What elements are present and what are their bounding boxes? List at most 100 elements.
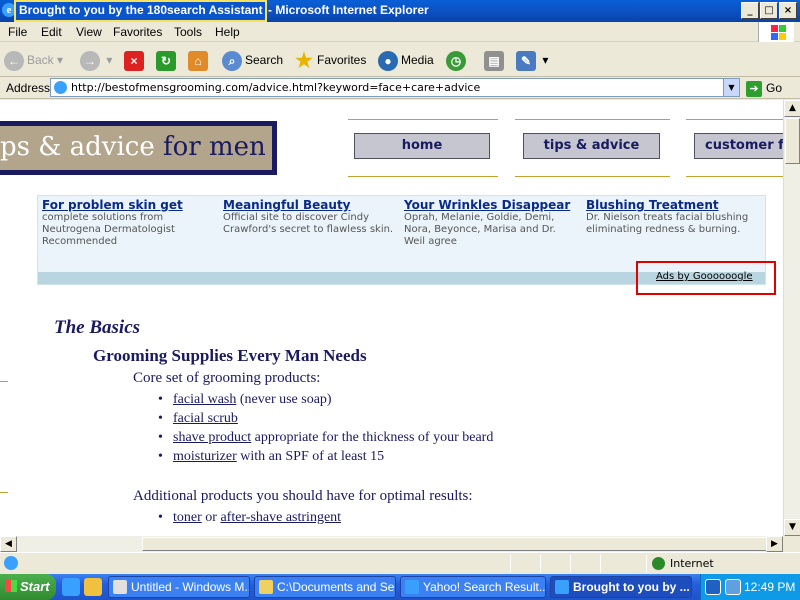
page-status-icon	[4, 556, 18, 570]
ad-title[interactable]: Blushing Treatment	[586, 198, 764, 212]
address-dropdown-icon[interactable]: ▼	[723, 79, 739, 96]
internet-zone-icon	[652, 557, 665, 570]
status-zone: Internet	[670, 557, 714, 570]
scroll-left-icon[interactable]: ◀	[0, 536, 17, 552]
facial-scrub-link[interactable]: facial scrub	[173, 411, 238, 426]
horizontal-scroll-thumb[interactable]	[142, 537, 772, 551]
ad-description: Dr. Nielson treats facial blushing elimi…	[586, 212, 749, 235]
menu-view[interactable]: View	[76, 25, 102, 39]
forward-button[interactable]: → ▾	[80, 48, 112, 72]
printer-icon: ▤	[484, 50, 504, 71]
ad-item[interactable]: For problem skin get complete solutions …	[42, 198, 217, 248]
search-icon: ⌕	[222, 50, 242, 71]
vertical-scroll-thumb[interactable]	[785, 118, 800, 164]
stop-button[interactable]: ×	[124, 48, 147, 72]
minimize-button[interactable]: _	[741, 2, 759, 19]
refresh-icon: ↻	[156, 50, 176, 71]
nav-customer-group: customer fa	[686, 119, 783, 177]
start-button[interactable]: Start	[0, 574, 56, 600]
task-brought-to-you[interactable]: Brought to you by ...	[550, 576, 692, 598]
nav-tips-advice[interactable]: tips & advice	[523, 133, 660, 159]
ad-description: Oprah, Melanie, Goldie, Demi, Nora, Beyo…	[404, 212, 556, 247]
task-windows-movie[interactable]: Untitled - Windows M...	[108, 576, 250, 598]
facial-wash-link[interactable]: facial wash	[173, 392, 236, 407]
quicklaunch-desktop-icon[interactable]	[84, 578, 102, 596]
task-documents[interactable]: C:\Documents and Se...	[254, 576, 396, 598]
menu-edit[interactable]: Edit	[41, 25, 62, 39]
scroll-up-icon[interactable]: ▲	[784, 100, 800, 117]
address-label: Address	[6, 81, 51, 95]
nav-customer[interactable]: customer fa	[694, 133, 783, 159]
window-title: Brought to you by the 180search Assistan…	[19, 3, 263, 17]
ie-icon	[555, 580, 569, 594]
media-icon: ●	[378, 50, 398, 71]
history-button[interactable]: ◷	[446, 48, 469, 72]
ad-title[interactable]: Your Wrinkles Disappear	[404, 198, 579, 212]
print-button[interactable]: ▤	[484, 48, 507, 72]
scroll-down-icon[interactable]: ▼	[784, 519, 800, 536]
chrome-icon	[113, 580, 127, 594]
menu-file[interactable]: File	[8, 25, 27, 39]
address-url: http://bestofmensgrooming.com/advice.htm…	[71, 81, 481, 94]
edit-button[interactable]: ✎ ▾	[516, 48, 548, 72]
refresh-button[interactable]: ↻	[156, 48, 179, 72]
list-item: shave product appropriate for the thickn…	[158, 430, 493, 446]
search-button[interactable]: ⌕ Search	[222, 48, 283, 72]
nav-home[interactable]: home	[354, 133, 490, 159]
menu-help[interactable]: Help	[215, 25, 240, 39]
favorites-button[interactable]: ★ Favorites	[294, 48, 366, 72]
task-yahoo-search[interactable]: Yahoo! Search Result...	[400, 576, 546, 598]
windows-logo-icon	[758, 22, 794, 42]
ie-icon	[405, 580, 419, 594]
title-bar: e Brought to you by the 180search Assist…	[0, 0, 800, 22]
tray-network-icon[interactable]	[705, 579, 721, 595]
site-banner: ps & advice for men	[0, 121, 277, 175]
horizontal-scrollbar[interactable]: ◀ ▶	[0, 536, 783, 552]
ad-title[interactable]: Meaningful Beauty	[223, 198, 398, 212]
home-button[interactable]: ⌂	[188, 48, 211, 72]
list-item: toner or after-shave astringent	[158, 510, 341, 526]
stop-icon: ×	[124, 50, 144, 71]
go-arrow-icon: ➔	[746, 80, 762, 97]
toner-link[interactable]: toner	[173, 510, 202, 525]
back-button[interactable]: ← Back ▾	[4, 48, 63, 72]
basics-heading: The Basics	[54, 317, 141, 338]
back-arrow-icon: ←	[4, 50, 24, 71]
banner-text-part1: ps & advice	[0, 132, 155, 162]
window-title-suffix: - Microsoft Internet Explorer	[268, 3, 429, 17]
moisturizer-link[interactable]: moisturizer	[173, 449, 237, 464]
forward-arrow-icon: →	[80, 50, 100, 71]
address-bar: Address http://bestofmensgrooming.com/ad…	[0, 77, 800, 99]
close-button[interactable]: ×	[779, 2, 797, 19]
media-button[interactable]: ● Media	[378, 48, 434, 72]
ad-title[interactable]: For problem skin get	[42, 198, 217, 212]
menu-favorites[interactable]: Favorites	[113, 25, 162, 39]
scroll-right-icon[interactable]: ▶	[766, 536, 783, 552]
ad-item[interactable]: Meaningful Beauty Official site to disco…	[223, 198, 398, 236]
margin-tick	[0, 381, 8, 382]
history-icon: ◷	[446, 50, 466, 71]
home-icon: ⌂	[188, 50, 208, 71]
grooming-heading: Grooming Supplies Every Man Needs	[93, 346, 367, 365]
shave-product-link[interactable]: shave product	[173, 430, 251, 445]
list-item: facial wash (never use soap)	[158, 392, 332, 408]
ad-item[interactable]: Blushing Treatment Dr. Nielson treats fa…	[586, 198, 764, 236]
star-icon: ★	[295, 49, 313, 72]
margin-tick	[0, 492, 8, 493]
go-button[interactable]: ➔ Go	[746, 79, 782, 97]
after-shave-link[interactable]: after-shave astringent	[220, 510, 341, 525]
list-item: facial scrub	[158, 411, 238, 427]
windows-flag-icon	[5, 580, 17, 592]
ad-description: complete solutions from Neutrogena Derma…	[42, 212, 175, 247]
additional-heading: Additional products you should have for …	[133, 488, 473, 504]
tray-display-icon[interactable]	[725, 579, 741, 595]
ad-item[interactable]: Your Wrinkles Disappear Oprah, Melanie, …	[404, 198, 579, 248]
maximize-button[interactable]: □	[760, 2, 778, 19]
edit-icon: ✎	[516, 50, 536, 71]
quicklaunch-ie-icon[interactable]	[62, 578, 80, 596]
ads-by-google-link[interactable]: Ads by Goooooogle	[656, 271, 753, 282]
vertical-scrollbar[interactable]: ▲ ▼	[783, 100, 800, 536]
page-icon	[54, 81, 67, 94]
address-input[interactable]: http://bestofmensgrooming.com/advice.htm…	[50, 78, 740, 97]
menu-tools[interactable]: Tools	[174, 25, 202, 39]
